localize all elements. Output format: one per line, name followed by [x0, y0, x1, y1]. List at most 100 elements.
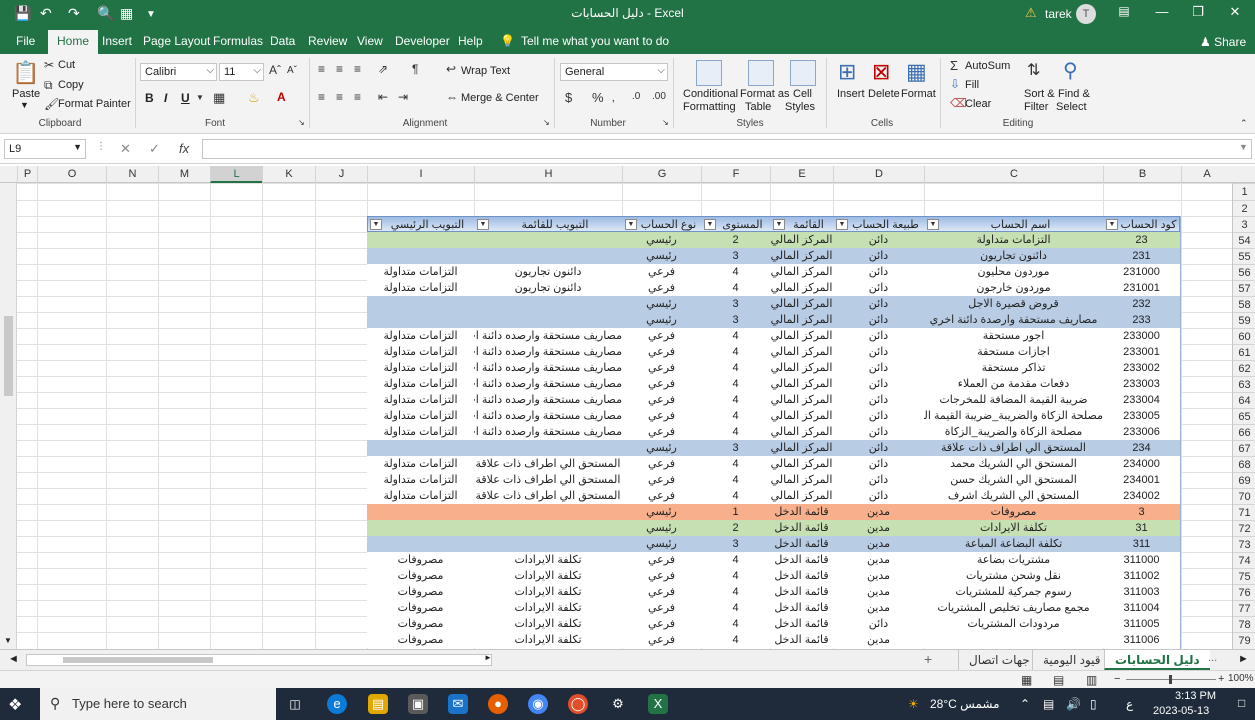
weather-icon[interactable]: ☀	[908, 697, 919, 711]
table-cell[interactable]: رسوم جمركية للمشتريات	[924, 584, 1103, 600]
table-cell[interactable]: مدين	[833, 552, 924, 568]
cut-button[interactable]: Cut	[58, 59, 75, 71]
formula-input[interactable]	[202, 139, 1252, 159]
table-cell[interactable]: تكلفة الايرادات	[474, 600, 622, 616]
table-cell[interactable]: فرعي	[622, 568, 701, 584]
sort-filter-icon[interactable]: ⇅	[1027, 60, 1040, 80]
table-cell[interactable]	[367, 248, 474, 264]
increase-indent-icon[interactable]: ⇥	[398, 90, 408, 104]
row-header-75[interactable]: 75	[1233, 568, 1255, 584]
table-header-cell[interactable]: كود الحساب	[1118, 217, 1179, 233]
table-row[interactable]: 233006 مصلحة الزكاة والضريبة_الزكاة دائن ال…	[367, 424, 1180, 440]
table-cell[interactable]: دائن	[833, 248, 924, 264]
table-header-cell[interactable]: التبويب الرئيسي	[382, 217, 473, 233]
filter-dropdown-icon[interactable]: ▼	[1106, 219, 1118, 230]
align-left-icon[interactable]: ≡	[318, 90, 325, 104]
page-break-view-icon[interactable]: ▥	[1086, 673, 1097, 687]
vertical-scrollbar[interactable]: ▲ ▼	[0, 166, 17, 649]
table-row[interactable]: 311000 مشتريات بضاعة مدين قائمة الدخل 4 فرعي ت…	[367, 552, 1180, 568]
table-cell[interactable]: فرعي	[622, 456, 701, 472]
table-cell[interactable]: مصلحة الزكاة والضريبة_ضريبة القيمة المضا…	[924, 408, 1103, 424]
close-button[interactable]: ✕	[1225, 4, 1245, 20]
table-cell[interactable]: دائن	[833, 440, 924, 456]
format-button[interactable]: Format	[901, 88, 936, 100]
row-header-77[interactable]: 77	[1233, 600, 1255, 616]
table-cell[interactable]: دائنون تجاريون	[924, 248, 1103, 264]
table-cell[interactable]: مصاريف مستحقة وارصده دائنة اخري	[474, 328, 622, 344]
table-cell[interactable]: التزامات متداولة	[924, 232, 1103, 248]
more-sheets-button[interactable]: ...	[1208, 652, 1217, 664]
sort-filter-label-1[interactable]: Sort &	[1024, 88, 1055, 100]
table-cell[interactable]: مصاريف مستحقة وارصده دائنة اخري	[474, 408, 622, 424]
table-cell[interactable]: فرعي	[622, 344, 701, 360]
fill-button[interactable]: Fill	[965, 79, 979, 91]
table-header-cell[interactable]: المستوى	[716, 217, 769, 233]
windows-start-icon[interactable]: ❖	[8, 695, 22, 715]
row-header-59[interactable]: 59	[1233, 312, 1255, 328]
table-cell[interactable]: المركز المالي	[770, 376, 833, 392]
table-cell[interactable]: قائمة الدخل	[770, 632, 833, 648]
table-cell[interactable]: التزامات متداولة	[367, 456, 474, 472]
table-cell[interactable]: اجازات مستحقة	[924, 344, 1103, 360]
column-header-M[interactable]: M	[158, 166, 210, 183]
table-cell[interactable]: 231001	[1103, 280, 1180, 296]
task-view-icon[interactable]: ◫	[285, 694, 305, 714]
scroll-thumb[interactable]	[63, 657, 213, 663]
row-header-69[interactable]: 69	[1233, 472, 1255, 488]
cell-styles-icon[interactable]	[790, 60, 816, 86]
minimize-button[interactable]: —	[1152, 4, 1172, 19]
row-header-56[interactable]: 56	[1233, 264, 1255, 280]
conditional-formatting-label-1[interactable]: Conditional	[683, 88, 738, 100]
table-cell[interactable]: فرعي	[622, 488, 701, 504]
format-as-table-label-1[interactable]: Format as	[740, 88, 790, 100]
cell-styles-label-1[interactable]: Cell	[793, 88, 812, 100]
table-cell[interactable]: مصاريف مستحقة وارصده دائنة اخري	[474, 344, 622, 360]
font-size-select[interactable]: 11 ⌵	[219, 63, 264, 81]
table-row[interactable]: 311003 رسوم جمركية للمشتريات مدين قائمة الد…	[367, 584, 1180, 600]
format-as-table-label-2[interactable]: Table	[745, 101, 771, 113]
table-row[interactable]: 311002 نقل وشحن مشتريات مدين قائمة الدخل 4 فر…	[367, 568, 1180, 584]
table-cell[interactable]: 311004	[1103, 600, 1180, 616]
table-cell[interactable]	[367, 504, 474, 520]
table-row[interactable]: 233001 اجازات مستحقة دائن المركز المالي 4 فرع…	[367, 344, 1180, 360]
table-cell[interactable]: المستحق الي اطراف ذات علاقة	[924, 440, 1103, 456]
worksheet[interactable]: كود الحساب ▼ اسم الحساب ▼ طبيعة الحساب ▼ القائ…	[17, 183, 1232, 649]
autosum-button[interactable]: AutoSum	[965, 60, 1010, 72]
table-cell[interactable]: المركز المالي	[770, 232, 833, 248]
table-row[interactable]: 231 دائنون تجاريون دائن المركز المالي 3 رئيسي	[367, 248, 1180, 264]
table-cell[interactable]: دائن	[833, 360, 924, 376]
scroll-thumb[interactable]	[4, 316, 13, 396]
dialog-launcher-icon[interactable]: ↘	[543, 118, 550, 127]
cell-styles-label-2[interactable]: Styles	[785, 101, 815, 113]
decrease-indent-icon[interactable]: ⇤	[378, 90, 388, 104]
table-cell[interactable]: التزامات متداولة	[367, 408, 474, 424]
table-cell[interactable]: فرعي	[622, 328, 701, 344]
column-header-F[interactable]: F	[701, 166, 770, 183]
table-cell[interactable]: تكلفة الايرادات	[474, 552, 622, 568]
row-header-71[interactable]: 71	[1233, 504, 1255, 520]
table-cell[interactable]: دائن	[833, 296, 924, 312]
sheet-tab-journal[interactable]: قيود اليومية	[1032, 650, 1111, 670]
table-cell[interactable]: رئيسي	[622, 296, 701, 312]
table-row[interactable]: 311004 مجمع مصاريف تخليص المشتريات مدين قائ…	[367, 600, 1180, 616]
table-cell[interactable]: دائن	[833, 424, 924, 440]
table-cell[interactable]: دائن	[833, 344, 924, 360]
table-cell[interactable]: مصاريف مستحقة وارصده دائنة اخري	[474, 376, 622, 392]
table-row[interactable]: 234002 المستحق الي الشريك اشرف دائن المركز …	[367, 488, 1180, 504]
table-cell[interactable]: تكلفة الايرادات	[474, 568, 622, 584]
tab-file[interactable]: File	[16, 34, 35, 48]
format-painter-icon[interactable]: 🖌	[44, 97, 59, 111]
align-middle-icon[interactable]: ≡	[336, 62, 343, 76]
tab-formulas[interactable]: Formulas	[213, 34, 263, 48]
column-header-L[interactable]: L	[210, 166, 262, 183]
insert-cells-icon[interactable]: ⊞	[838, 59, 856, 85]
table-cell[interactable]: 2	[701, 520, 770, 536]
filter-dropdown-icon[interactable]: ▼	[477, 219, 489, 230]
filter-dropdown-icon[interactable]: ▼	[836, 219, 848, 230]
table-cell[interactable]: المركز المالي	[770, 296, 833, 312]
table-cell[interactable]: مصروفات	[367, 552, 474, 568]
avatar[interactable]: T	[1076, 4, 1096, 24]
table-cell[interactable]: رئيسي	[622, 248, 701, 264]
table-cell[interactable]: مصروفات	[367, 632, 474, 648]
table-cell[interactable]	[474, 232, 622, 248]
